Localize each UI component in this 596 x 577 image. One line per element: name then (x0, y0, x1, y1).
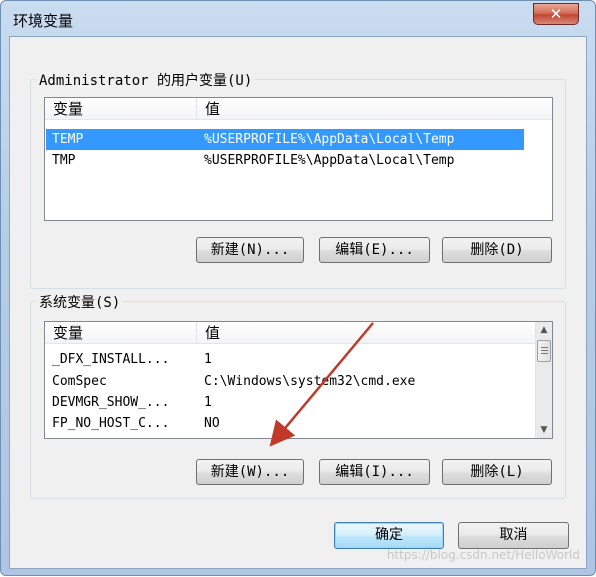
red-arrow-icon (269, 322, 374, 447)
environment-variables-window: 环境变量 ✕ Administrator 的用户变量(U) 变量 值 TEMP … (0, 0, 596, 576)
